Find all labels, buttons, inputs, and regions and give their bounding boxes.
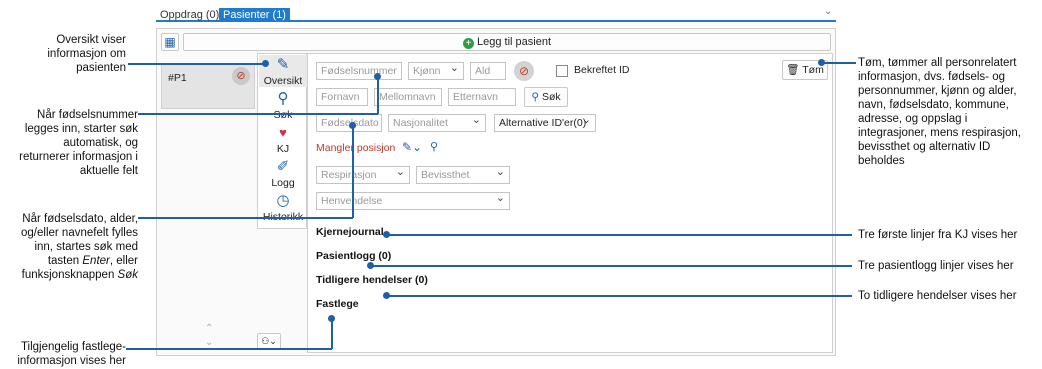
alder-field[interactable]: Ald bbox=[470, 62, 506, 80]
add-patient-button[interactable]: + Legg til pasient bbox=[183, 33, 831, 51]
edit-position-icon[interactable]: ✎⌄ bbox=[402, 140, 422, 154]
sok-label: Søk bbox=[541, 91, 561, 103]
tab-pasienter[interactable]: Pasienter (1) bbox=[219, 8, 290, 22]
edit-doc-icon: ✐ bbox=[276, 158, 290, 175]
nav-sok[interactable]: ⚲ Søk bbox=[259, 89, 307, 121]
callout-fodselsdato: Når fødselsdato, alder, og/eller navnefe… bbox=[21, 213, 138, 281]
nav-logg[interactable]: ✐ Logg bbox=[259, 157, 307, 189]
no-position-icon: ⊘ bbox=[232, 67, 250, 85]
kjonn-select[interactable]: Kjønn bbox=[408, 60, 464, 80]
tab-oppdrag[interactable]: Oppdrag (0) bbox=[156, 8, 223, 22]
fastlege-heading: Fastlege bbox=[316, 298, 359, 310]
callout-pasientlogg: Tre pasientlogg linjer vises her bbox=[858, 260, 1014, 272]
nav-kj[interactable]: ♥ KJ bbox=[259, 123, 307, 155]
callout-hendelser: To tidligere hendelser vises her bbox=[858, 290, 1017, 302]
bekreftet-id-checkbox[interactable] bbox=[556, 65, 568, 77]
etternavn-field[interactable]: Etternavn bbox=[448, 88, 516, 106]
tidligere-hendelser-heading: Tidligere hendelser (0) bbox=[316, 274, 428, 286]
pin-icon[interactable]: ⚲ bbox=[430, 140, 438, 153]
magnifier-icon: ⚲ bbox=[277, 90, 289, 107]
callout-oversikt: Oversikt viser informasjon om pasienten bbox=[47, 34, 126, 74]
fornavn-field[interactable]: Fornavn bbox=[316, 88, 368, 106]
sok-button[interactable]: ⚲ Søk bbox=[524, 87, 568, 107]
plus-circle-icon: + bbox=[462, 38, 474, 49]
callout-kj: Tre første linjer fra KJ vises her bbox=[858, 229, 1018, 241]
chevron-down-icon: ⌄ bbox=[269, 336, 277, 346]
patient-panel: ▦ + Legg til pasient #P1 ⊘ ⌃ ⌄ ✎ Oversik… bbox=[156, 28, 836, 356]
nav-oversikt-label: Oversikt bbox=[263, 75, 303, 87]
mangler-posisjon-label: Mangler posisjon bbox=[316, 142, 396, 154]
patient-id: #P1 bbox=[168, 72, 187, 84]
add-patient-label: Legg til pasient bbox=[477, 36, 552, 48]
settings-button[interactable]: ▦ bbox=[161, 33, 179, 51]
chevron-down-icon[interactable]: ⌄ bbox=[824, 6, 832, 17]
scroll-down-icon[interactable]: ⌄ bbox=[205, 337, 213, 348]
tab-bar: Oppdrag (0) Pasienter (1) bbox=[156, 8, 836, 22]
pasientlogg-heading: Pasientlogg (0) bbox=[316, 250, 392, 262]
scroll-up-icon[interactable]: ⌃ bbox=[205, 323, 213, 334]
callout-fastlege: Tilgjengelig fastlege-informasjon vises … bbox=[17, 341, 126, 367]
patient-list: #P1 ⊘ ⌃ ⌄ bbox=[161, 55, 255, 355]
clock-icon: ◷ bbox=[276, 192, 290, 209]
alternative-id-select[interactable]: Alternative ID'er(0) bbox=[494, 112, 596, 132]
callout-tom: Tøm, tømmer all personrelatert informasjo… bbox=[858, 57, 1021, 167]
bevissthet-select[interactable]: Bevissthet bbox=[416, 164, 510, 184]
user-menu-button[interactable]: ⚇⌄ bbox=[257, 333, 281, 349]
trash-icon: 🗑 bbox=[786, 64, 800, 76]
nav-logg-label: Logg bbox=[271, 177, 295, 189]
nasjonalitet-select[interactable]: Nasjonalitet bbox=[388, 112, 486, 132]
no-position-icon: ⊘ bbox=[514, 61, 534, 81]
respirasjon-select[interactable]: Respirasjon bbox=[316, 164, 410, 184]
fodselsnummer-field[interactable]: Fødselsnummer bbox=[316, 62, 402, 80]
kjernejournal-heading: Kjernejournal bbox=[316, 226, 384, 238]
patient-card[interactable]: #P1 ⊘ bbox=[161, 63, 255, 109]
search-icon: ⚲ bbox=[531, 91, 540, 103]
grid-icon: ▦ bbox=[164, 35, 176, 49]
nav-historikk[interactable]: ◷ Historikk bbox=[259, 191, 307, 225]
callout-fodselsnummer: Når fødselsnummer legges inn, starter søk… bbox=[19, 109, 138, 177]
form-area: Fødselsnummer Kjønn Ald ⊘ Bekreftet ID 🗑… bbox=[307, 53, 833, 353]
nav-sok-label: Søk bbox=[273, 109, 293, 121]
bekreftet-id-label: Bekreftet ID bbox=[574, 64, 630, 76]
henvendelse-select[interactable]: Henvendelse bbox=[316, 190, 510, 210]
heart-doc-icon: ♥ bbox=[279, 125, 287, 140]
mellomnavn-field[interactable]: Mellomnavn bbox=[374, 88, 442, 106]
nav-kj-label: KJ bbox=[276, 143, 290, 155]
